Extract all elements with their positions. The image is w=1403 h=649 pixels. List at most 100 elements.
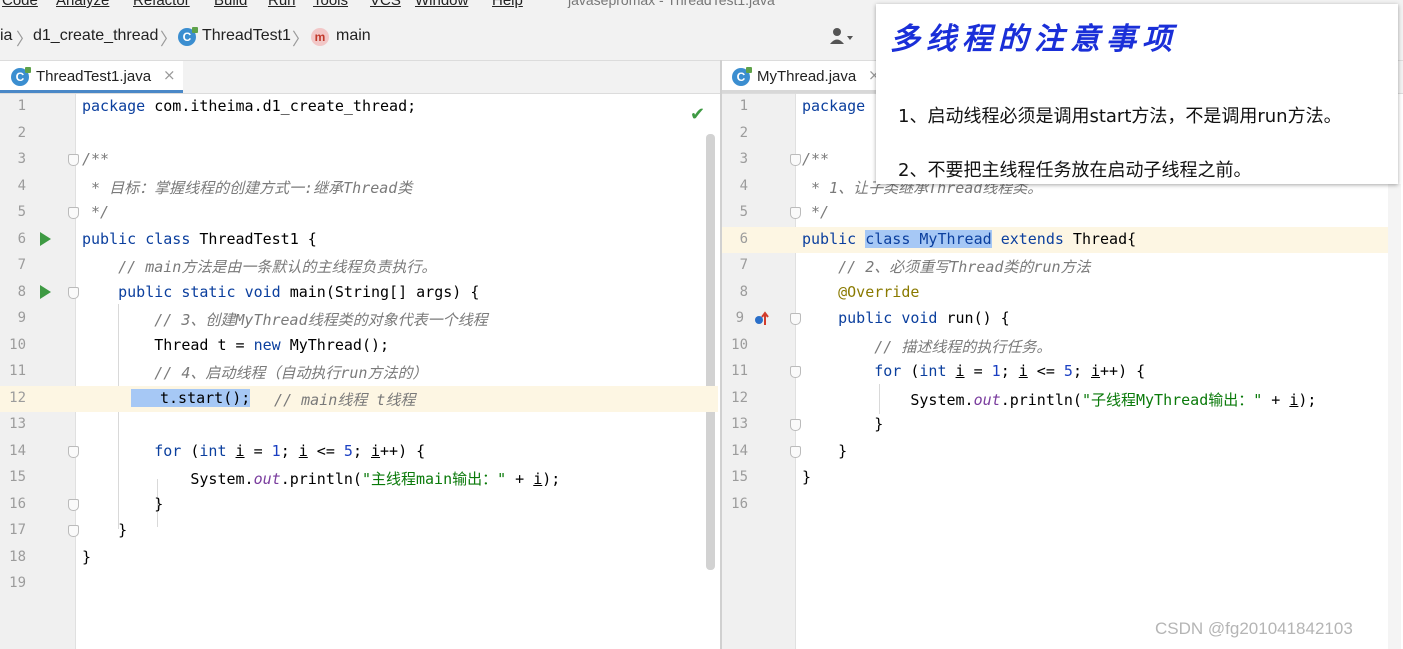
line-number: 14	[9, 442, 26, 459]
line-number: 12	[9, 389, 26, 406]
line-number: 19	[9, 575, 26, 591]
menu-tools[interactable]: Tools	[313, 0, 348, 9]
line-number: 12	[731, 389, 748, 406]
breadcrumb-package[interactable]: d1_create_thread	[33, 27, 158, 45]
code-text: }	[82, 494, 164, 513]
class-icon: C	[178, 27, 198, 46]
code-text: for (int i = 1; i <= 5; i++) {	[82, 442, 425, 460]
fold-icon[interactable]	[790, 419, 801, 431]
keyword: void	[244, 282, 281, 301]
comment: // 4、启动线程（自动执行run方法的）	[82, 364, 428, 382]
keyword: package	[802, 97, 866, 115]
fold-icon[interactable]	[68, 498, 79, 511]
code-token: Thread t =	[82, 335, 254, 354]
code-text: public static void main(String[] args) {	[82, 283, 479, 301]
fold-icon[interactable]	[790, 207, 801, 219]
breadcrumb-separator: 〉	[292, 30, 309, 50]
fold-icon[interactable]	[790, 313, 801, 325]
keyword: public	[82, 229, 137, 248]
code-line: 18 }	[0, 545, 720, 572]
fold-icon[interactable]	[790, 445, 801, 458]
run-gutter-icon[interactable]	[40, 284, 51, 299]
menu-code[interactable]: Code	[2, 0, 38, 9]
line-number: 17	[9, 522, 26, 538]
line-number: 9	[735, 310, 744, 326]
code-text: package com.itheima.d1_create_thread;	[82, 97, 416, 115]
tab-mythread[interactable]: C MyThread.java ×	[722, 61, 882, 93]
breadcrumb-method[interactable]: main	[336, 27, 371, 45]
menu-vcs[interactable]: VCS	[370, 0, 401, 9]
breadcrumb-separator: 〉	[160, 30, 177, 50]
code-token: i	[1018, 362, 1028, 380]
watermark: CSDN @fg201041842103	[1155, 619, 1353, 638]
breadcrumb-project[interactable]: ia	[0, 27, 12, 45]
code-token: =	[244, 441, 272, 460]
menu-analyze[interactable]: Analyze	[56, 0, 109, 9]
fold-icon[interactable]	[790, 366, 801, 378]
line-number: 15	[9, 469, 26, 485]
keyword: extends	[1000, 229, 1064, 248]
overlay-point-1: 1、启动线程必须是调用start方法，不是调用run方法。	[898, 106, 1342, 127]
code-token: i	[955, 362, 965, 380]
current-line: 6 public class MyThread extends Thread{	[722, 226, 1388, 253]
left-editor[interactable]: ✔ 1 package com.itheima.d1_create_thread…	[0, 94, 720, 649]
code-token: System.	[82, 470, 254, 488]
code-text: for (int i = 1; i <= 5; i++) {	[802, 362, 1145, 380]
selected-code[interactable]: t.start();	[131, 388, 251, 407]
code-token: ++) {	[1100, 362, 1146, 380]
menu-run[interactable]: Run	[268, 0, 296, 9]
code-line: 16	[722, 492, 1388, 519]
menu-window[interactable]: Window	[415, 0, 468, 9]
line-number: 7	[739, 257, 748, 273]
breadcrumb-class[interactable]: ThreadTest1	[202, 27, 291, 45]
fold-icon[interactable]	[68, 286, 79, 299]
line-number: 5	[17, 204, 26, 220]
line-number: 1	[17, 98, 26, 114]
comment: // 描述线程的执行任务。	[802, 337, 1052, 356]
code-line: 2	[0, 121, 720, 148]
keyword: class	[145, 229, 191, 248]
run-gutter-icon[interactable]	[40, 231, 51, 246]
keyword: package	[82, 97, 146, 115]
fold-icon[interactable]	[68, 207, 79, 219]
code-token: ++) {	[380, 441, 426, 460]
right-scrollbar[interactable]	[1388, 184, 1401, 649]
code-token: );	[1298, 390, 1317, 409]
tab-threadtest1[interactable]: C ThreadTest1.java ×	[0, 61, 183, 93]
selected-code[interactable]: class MyThread	[865, 229, 992, 248]
line-number: 6	[739, 230, 748, 247]
user-icon[interactable]	[828, 26, 854, 48]
close-icon[interactable]: ×	[163, 66, 176, 84]
method-icon: m	[311, 28, 329, 46]
overlay-title: 多线程的注意事项	[890, 22, 1178, 57]
code-text: }	[802, 415, 884, 433]
fold-icon[interactable]	[68, 445, 79, 458]
code-line: 10 Thread t = new MyThread();	[0, 333, 720, 360]
menu-help[interactable]: Help	[492, 0, 523, 9]
fold-icon[interactable]	[68, 525, 79, 537]
code-token: =	[964, 362, 992, 380]
code-line: 5 */	[0, 200, 720, 227]
code-token: ;	[1000, 362, 1019, 380]
comment: /**	[82, 150, 110, 168]
code-token: i	[371, 441, 381, 460]
code-line: 7 // main方法是由一条默认的主线程负责执行。	[0, 253, 720, 280]
code-token: main(String[] args) {	[280, 282, 480, 301]
menu-build[interactable]: Build	[214, 0, 247, 9]
code-token: out	[253, 470, 281, 488]
fold-icon[interactable]	[790, 154, 801, 166]
menu-refactor[interactable]: Refactor	[133, 0, 190, 9]
override-gutter-icon[interactable]	[754, 311, 770, 327]
left-tab-row: C ThreadTest1.java ×	[0, 61, 720, 94]
code-text: public void run() {	[802, 309, 1010, 327]
fold-icon[interactable]	[68, 154, 79, 166]
current-line: 12 t.start(); // main线程 t线程	[0, 385, 718, 412]
number-literal: 1	[991, 362, 1001, 380]
code-text: public class ThreadTest1 {	[82, 230, 317, 248]
code-line: 19	[0, 571, 720, 598]
